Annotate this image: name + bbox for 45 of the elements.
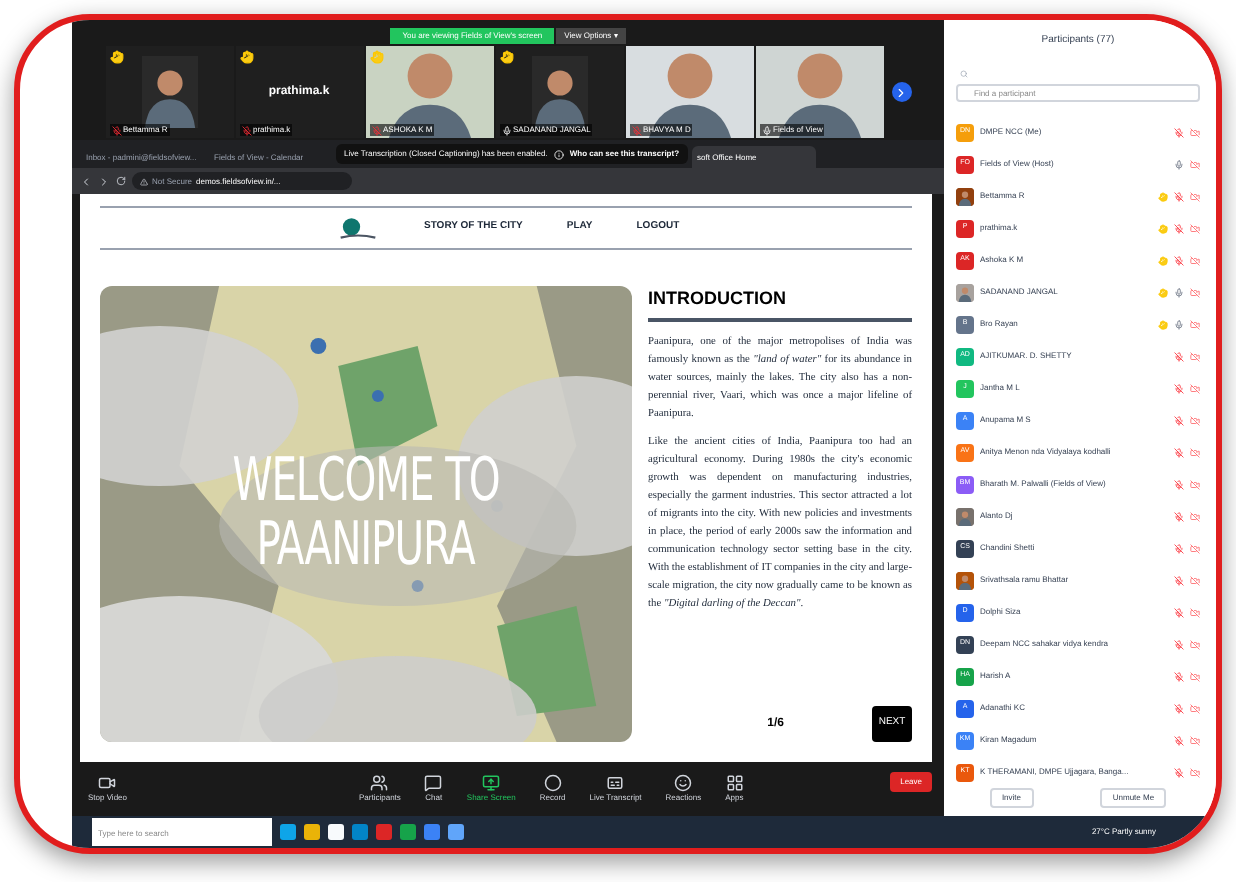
back-icon[interactable] — [80, 175, 92, 187]
video-off-icon — [1190, 703, 1200, 713]
warning-icon — [140, 177, 148, 185]
video-off-icon — [1190, 383, 1200, 393]
forward-icon[interactable] — [98, 175, 110, 187]
video-off-icon — [1190, 671, 1200, 681]
video-off-icon — [1190, 255, 1200, 265]
reload-icon[interactable] — [116, 176, 126, 186]
chevron-right-icon — [894, 85, 908, 99]
camera-icon — [98, 774, 117, 792]
chat-icon — [424, 774, 443, 792]
next-page-button[interactable] — [891, 82, 911, 102]
avatar-icon — [956, 507, 974, 525]
video-off-icon — [1190, 607, 1200, 617]
info-icon — [553, 149, 564, 159]
record-icon — [543, 774, 562, 792]
video-off-icon — [1190, 639, 1200, 649]
hero-title: PAANIPURA — [256, 514, 476, 578]
video-off-icon — [1190, 479, 1200, 489]
captions-icon — [606, 774, 625, 792]
video-off-icon — [1190, 223, 1200, 233]
video-off-icon — [1190, 351, 1200, 361]
avatar-icon — [956, 187, 974, 205]
video-off-icon — [1190, 287, 1200, 297]
share-screen-icon — [482, 774, 501, 792]
people-icon — [370, 774, 389, 792]
section-heading: INTRODUCTION — [648, 286, 912, 321]
smile-icon — [674, 774, 693, 792]
video-off-icon — [1190, 159, 1200, 169]
video-off-icon — [1190, 575, 1200, 585]
video-off-icon — [1190, 511, 1200, 521]
video-off-icon — [1190, 191, 1200, 201]
avatar-icon — [956, 571, 974, 589]
video-off-icon — [1190, 127, 1200, 137]
apps-icon — [725, 774, 744, 792]
hero-title: WELCOME TO — [232, 450, 500, 514]
avatar-icon — [956, 283, 974, 301]
search-icon — [960, 69, 968, 77]
video-off-icon — [1190, 543, 1200, 553]
video-off-icon — [1190, 735, 1200, 745]
video-off-icon — [1190, 319, 1200, 329]
video-off-icon — [1190, 415, 1200, 425]
video-off-icon — [1190, 447, 1200, 457]
video-off-icon — [1190, 767, 1200, 777]
logo-icon — [336, 215, 380, 241]
